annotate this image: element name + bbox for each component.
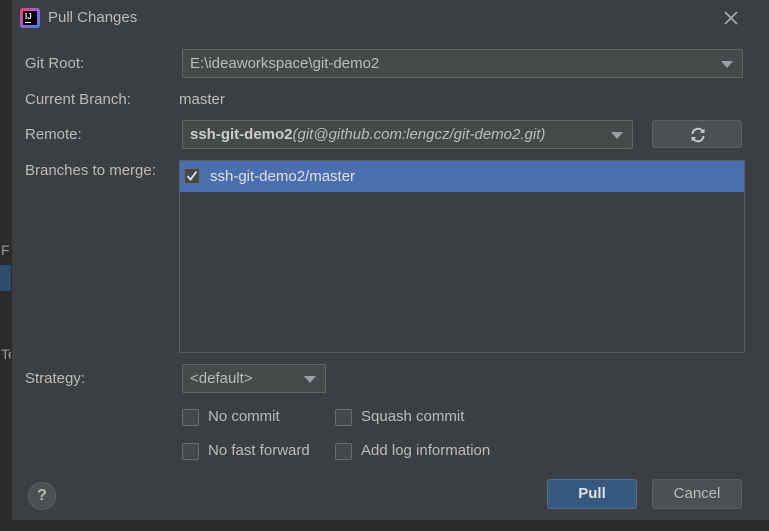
no-commit-checkbox[interactable]: No commit xyxy=(182,408,322,428)
remote-label: Remote: xyxy=(25,126,82,143)
chevron-down-icon xyxy=(611,132,623,139)
help-button[interactable]: ? xyxy=(28,482,56,510)
strategy-value: <default> xyxy=(190,370,253,387)
git-root-select[interactable]: E:\ideaworkspace\git-demo2 xyxy=(182,49,743,78)
checkbox-box xyxy=(335,443,352,460)
no-commit-label: No commit xyxy=(208,408,280,425)
checkbox-box xyxy=(182,443,199,460)
branches-to-merge-label: Branches to merge: xyxy=(25,162,156,179)
no-fast-forward-label: No fast forward xyxy=(208,442,310,459)
pull-button[interactable]: Pull xyxy=(547,479,637,509)
remote-url: (git@github.com:lengcz/git-demo2.git) xyxy=(292,126,546,143)
add-log-information-label: Add log information xyxy=(361,442,491,459)
branch-name: ssh-git-demo2/master xyxy=(210,168,356,185)
current-branch-value: master xyxy=(179,91,225,108)
list-item[interactable]: ssh-git-demo2/master xyxy=(180,161,744,192)
branch-checkbox[interactable] xyxy=(184,168,200,184)
close-button[interactable] xyxy=(720,7,742,29)
no-fast-forward-checkbox[interactable]: No fast forward xyxy=(182,442,332,462)
chevron-down-icon xyxy=(304,376,316,383)
pull-changes-dialog: IJ Pull Changes Git Root: E:\ideaworkspa… xyxy=(11,0,769,520)
squash-commit-label: Squash commit xyxy=(361,408,465,425)
refresh-icon xyxy=(691,127,705,143)
current-branch-label: Current Branch: xyxy=(25,91,131,108)
dialog-title: Pull Changes xyxy=(48,9,138,26)
cancel-button[interactable]: Cancel xyxy=(652,479,742,509)
close-icon xyxy=(724,11,738,25)
check-icon xyxy=(186,170,198,181)
git-root-label: Git Root: xyxy=(25,55,85,72)
help-icon: ? xyxy=(37,487,47,504)
add-log-information-checkbox[interactable]: Add log information xyxy=(335,442,525,462)
title-bar: IJ Pull Changes xyxy=(12,0,769,36)
branches-list: ssh-git-demo2/master xyxy=(179,160,745,353)
checkbox-box xyxy=(335,409,352,426)
background-text-fragment: F xyxy=(1,242,10,258)
strategy-select[interactable]: <default> xyxy=(182,364,326,393)
chevron-down-icon xyxy=(721,61,733,68)
checkbox-box xyxy=(182,409,199,426)
squash-commit-checkbox[interactable]: Squash commit xyxy=(335,408,495,428)
remote-select[interactable]: ssh-git-demo2(git@github.com:lengcz/git-… xyxy=(182,120,633,149)
refresh-remotes-button[interactable] xyxy=(652,120,742,148)
strategy-label: Strategy: xyxy=(25,370,86,387)
remote-name: ssh-git-demo2 xyxy=(190,126,293,143)
git-root-value: E:\ideaworkspace\git-demo2 xyxy=(190,55,380,72)
intellij-idea-icon: IJ xyxy=(20,8,40,28)
